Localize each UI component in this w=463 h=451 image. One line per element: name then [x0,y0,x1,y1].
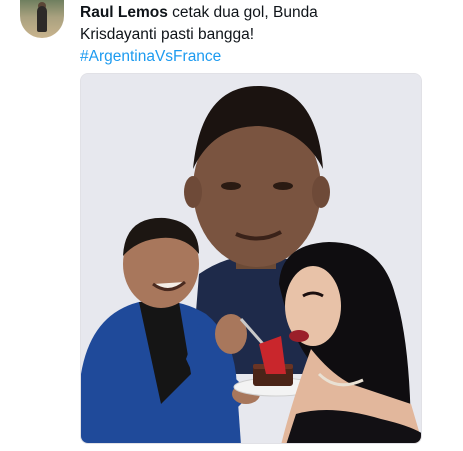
center-person-ear-left [184,176,202,208]
tweet-text-line-1: Raul Lemos cetak dua gol, Bunda [80,2,450,24]
tweet-card: Raul Lemos cetak dua gol, Bunda Krisdaya… [0,0,463,451]
tweet-media-image[interactable] [80,73,422,444]
profile-avatar[interactable] [20,0,64,38]
tweet-text-line-1-rest: cetak dua gol, Bunda [167,4,318,21]
right-person-lips [289,330,309,342]
center-person-eye-left [221,182,241,190]
center-person-ear-right [312,176,330,208]
meme-photo [81,74,421,443]
hashtag-link[interactable]: #ArgentinaVsFrance [80,46,450,68]
tweet-text-line-2: Krisdayanti pasti bangga! [80,26,255,43]
author-mention[interactable]: Raul Lemos [80,4,168,21]
center-person-eye-right [273,182,293,190]
tweet-text: Raul Lemos cetak dua gol, Bunda Krisdaya… [80,2,450,68]
avatar-figure-shape [37,6,47,32]
